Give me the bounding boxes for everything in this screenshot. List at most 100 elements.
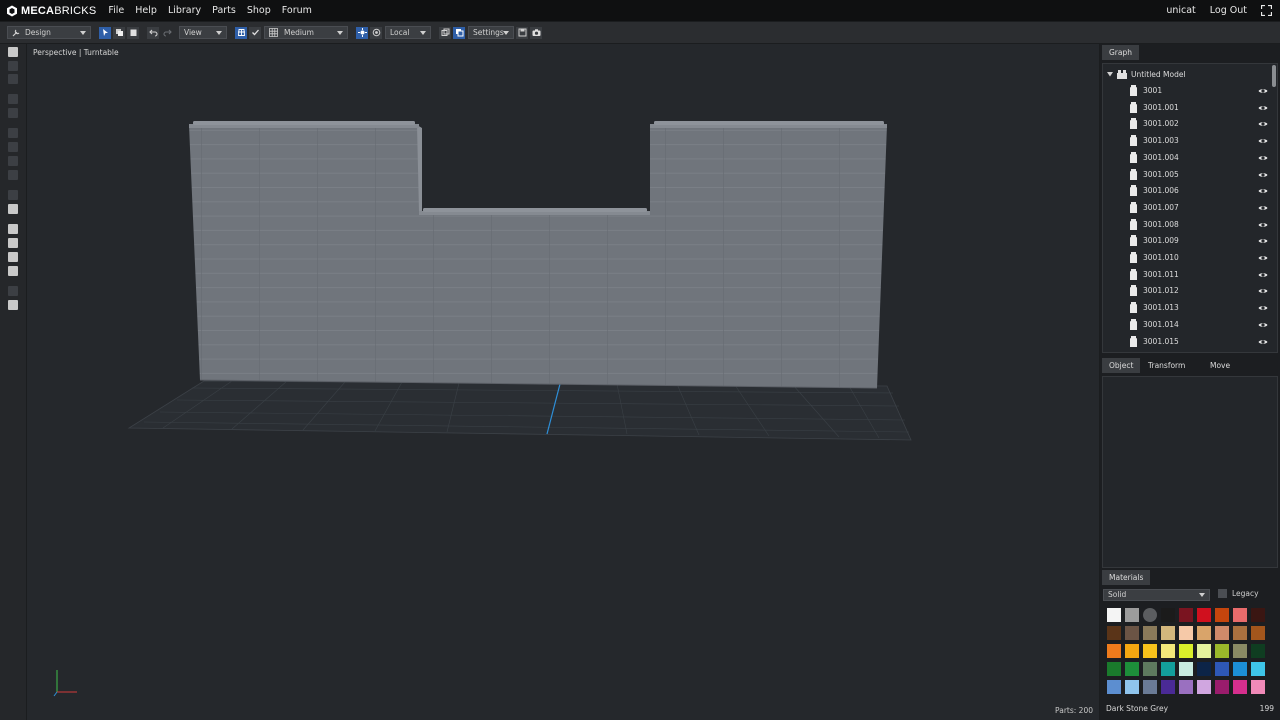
- eye-icon[interactable]: [1258, 87, 1268, 95]
- color-swatch[interactable]: [1161, 662, 1175, 676]
- tree-item[interactable]: 3001.012: [1103, 283, 1271, 300]
- eye-icon[interactable]: [1258, 187, 1268, 195]
- grid-snap-button[interactable]: [235, 26, 247, 39]
- transform-tool-icon[interactable]: [8, 156, 18, 166]
- 3d-viewport[interactable]: Perspective | Turntable Parts: 200: [27, 44, 1099, 720]
- color-swatch[interactable]: [1179, 626, 1193, 640]
- view-select[interactable]: View: [179, 26, 227, 39]
- color-swatch[interactable]: [1107, 644, 1121, 658]
- color-swatch[interactable]: [1233, 680, 1247, 694]
- copy-tool-icon[interactable]: [8, 94, 18, 104]
- brick-wall-model[interactable]: [189, 121, 887, 389]
- color-swatch[interactable]: [1251, 662, 1265, 676]
- color-swatch[interactable]: [1143, 626, 1157, 640]
- space-select[interactable]: Local: [385, 26, 431, 39]
- tab-graph[interactable]: Graph: [1102, 45, 1140, 60]
- color-swatch[interactable]: [1179, 680, 1193, 694]
- username-link[interactable]: unicat: [1166, 5, 1195, 16]
- fullscreen-icon[interactable]: [1261, 5, 1272, 16]
- tree-item[interactable]: 3001.009: [1103, 233, 1271, 250]
- expand-triangle-icon[interactable]: [1107, 71, 1113, 77]
- logout-link[interactable]: Log Out: [1210, 5, 1247, 16]
- tree-item[interactable]: 3001.014: [1103, 317, 1271, 334]
- legacy-checkbox[interactable]: [1218, 589, 1227, 598]
- eye-icon[interactable]: [1258, 338, 1268, 346]
- menu-file[interactable]: File: [108, 5, 124, 16]
- menu-shop[interactable]: Shop: [247, 5, 271, 16]
- screenshot-button[interactable]: [530, 26, 542, 39]
- check-button[interactable]: [249, 26, 261, 39]
- mode-select[interactable]: Design: [7, 26, 91, 39]
- color-swatch[interactable]: [1197, 662, 1211, 676]
- group-view-icon[interactable]: [8, 300, 18, 310]
- quality-select[interactable]: Medium: [264, 26, 348, 39]
- color-swatch[interactable]: [1161, 608, 1175, 622]
- axes-tool-icon[interactable]: [8, 238, 18, 248]
- color-swatch[interactable]: [1179, 608, 1193, 622]
- color-swatch[interactable]: [1215, 626, 1229, 640]
- tab-move[interactable]: Move: [1203, 358, 1237, 373]
- origin-button[interactable]: [370, 26, 382, 39]
- brand-logo[interactable]: MECABRICKS: [6, 5, 96, 17]
- select-tool-icon[interactable]: [8, 47, 18, 57]
- color-swatch[interactable]: [1233, 644, 1247, 658]
- color-swatch[interactable]: [1179, 644, 1193, 658]
- material-type-select[interactable]: Solid: [1103, 589, 1210, 601]
- layers-button[interactable]: [453, 26, 465, 39]
- color-swatch[interactable]: [1125, 644, 1139, 658]
- color-swatch[interactable]: [1251, 608, 1265, 622]
- color-swatch[interactable]: [1233, 626, 1247, 640]
- rotate-tool-icon[interactable]: [8, 74, 18, 84]
- stats-tool-icon[interactable]: [8, 204, 18, 214]
- tree-item[interactable]: 3001.002: [1103, 116, 1271, 133]
- tree-item[interactable]: 3001.008: [1103, 217, 1271, 234]
- tab-object[interactable]: Object: [1102, 358, 1141, 373]
- tree-item[interactable]: 3001.007: [1103, 200, 1271, 217]
- save-button[interactable]: [516, 26, 528, 39]
- eye-icon[interactable]: [1258, 104, 1268, 112]
- legacy-toggle[interactable]: Legacy: [1218, 589, 1259, 598]
- color-swatch[interactable]: [1125, 662, 1139, 676]
- color-swatch[interactable]: [1125, 626, 1139, 640]
- eye-icon[interactable]: [1258, 254, 1268, 262]
- redo-button[interactable]: [161, 27, 173, 39]
- tree-root[interactable]: Untitled Model: [1107, 67, 1186, 81]
- tree-item[interactable]: 3001.011: [1103, 267, 1271, 284]
- color-swatch[interactable]: [1251, 680, 1265, 694]
- color-swatch[interactable]: [1107, 626, 1121, 640]
- group-tool-icon[interactable]: [8, 128, 18, 138]
- color-swatch[interactable]: [1251, 644, 1265, 658]
- pivot-button[interactable]: [356, 26, 368, 39]
- tree-item[interactable]: 3001: [1103, 83, 1271, 100]
- color-swatch[interactable]: [1233, 608, 1247, 622]
- eye-icon[interactable]: [1258, 171, 1268, 179]
- ungroup-tool-icon[interactable]: [8, 142, 18, 152]
- color-swatch[interactable]: [1107, 680, 1121, 694]
- color-swatch[interactable]: [1197, 680, 1211, 694]
- color-swatch[interactable]: [1215, 662, 1229, 676]
- tree-item[interactable]: 3001.015: [1103, 334, 1271, 351]
- eye-icon[interactable]: [1258, 120, 1268, 128]
- tab-transform[interactable]: Transform: [1141, 358, 1192, 373]
- select-tool-button[interactable]: [99, 26, 111, 39]
- color-swatch[interactable]: [1161, 626, 1175, 640]
- hinge-tool-icon[interactable]: [8, 170, 18, 180]
- link-tool-icon[interactable]: [8, 286, 18, 296]
- tree-item[interactable]: 3001.005: [1103, 167, 1271, 184]
- flex-tool-icon[interactable]: [8, 190, 18, 200]
- undo-button[interactable]: [147, 26, 159, 39]
- eye-icon[interactable]: [1258, 237, 1268, 245]
- eye-icon[interactable]: [1258, 321, 1268, 329]
- color-swatch[interactable]: [1197, 626, 1211, 640]
- delete-tool-icon[interactable]: [8, 108, 18, 118]
- paste-button[interactable]: [127, 26, 139, 39]
- menu-parts[interactable]: Parts: [212, 5, 236, 16]
- color-swatch[interactable]: [1107, 662, 1121, 676]
- menu-help[interactable]: Help: [135, 5, 157, 16]
- graph-scrollbar[interactable]: [1272, 65, 1276, 87]
- tree-item[interactable]: 3001.006: [1103, 183, 1271, 200]
- color-swatch[interactable]: [1197, 608, 1211, 622]
- settings-select[interactable]: Settings: [468, 26, 514, 39]
- color-swatch[interactable]: [1107, 608, 1121, 622]
- eye-icon[interactable]: [1258, 154, 1268, 162]
